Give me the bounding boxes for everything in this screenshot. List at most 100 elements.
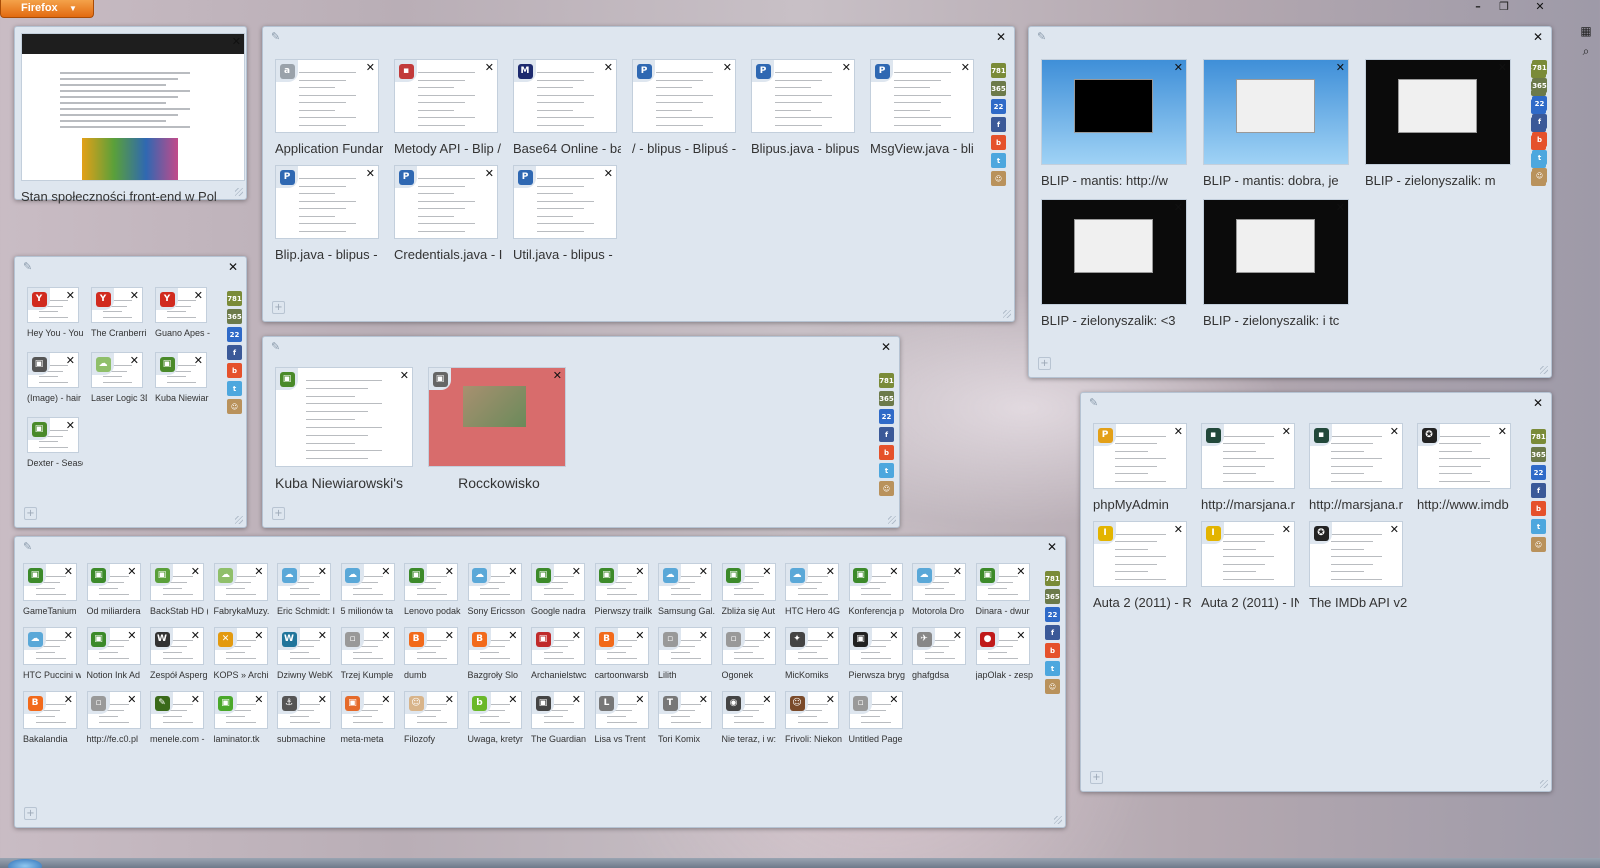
tab-item[interactable]: B ✕ cartoonwarsb xyxy=(594,627,649,687)
avatar-icon[interactable]: ☺ xyxy=(991,171,1006,186)
close-tab-icon[interactable]: ✕ xyxy=(127,693,136,706)
close-tab-icon[interactable]: ✕ xyxy=(889,629,898,642)
new-tab-button[interactable]: + xyxy=(1038,357,1051,370)
close-tab-icon[interactable]: ✕ xyxy=(66,419,75,432)
tab-thumbnail[interactable]: ▣ ✕ xyxy=(848,563,903,601)
close-tab-icon[interactable]: ✕ xyxy=(66,354,75,367)
tab-group-news[interactable]: ✎ ✕ + ▣ ✕ GameTanium ▣ ✕ Od miliardera ▣ ✕ BackStab… xyxy=(14,536,1066,828)
close-tab-icon[interactable]: ✕ xyxy=(191,693,200,706)
close-tab-icon[interactable]: ✕ xyxy=(1174,523,1183,536)
tab-item[interactable]: Y ✕ The Cranberri xyxy=(91,287,147,348)
close-tab-icon[interactable]: ✕ xyxy=(826,693,835,706)
tab-thumbnail[interactable]: ▣ ✕ xyxy=(975,563,1030,601)
tab-item[interactable]: ✕ BLIP - zielonyszalik: i tc xyxy=(1203,199,1349,335)
tab-thumbnail[interactable]: ✪ ✕ xyxy=(1417,423,1511,489)
close-tab-icon[interactable]: ✕ xyxy=(381,693,390,706)
counter-781-icon[interactable]: 781 xyxy=(991,63,1006,78)
close-tab-icon[interactable]: ✕ xyxy=(826,629,835,642)
close-tab-icon[interactable]: ✕ xyxy=(572,565,581,578)
counter-781-icon[interactable]: 781 xyxy=(1532,60,1547,75)
close-tab-icon[interactable]: ✕ xyxy=(604,61,613,74)
close-tab-icon[interactable]: ✕ xyxy=(961,61,970,74)
new-tab-button[interactable]: + xyxy=(272,301,285,314)
tab-item[interactable]: ▣ ✕ Pierwsza bryg xyxy=(848,627,905,687)
tab-thumbnail[interactable]: ✦ ✕ xyxy=(785,627,839,665)
close-tab-icon[interactable]: ✕ xyxy=(762,629,771,642)
tab-item[interactable]: ◉ ✕ Nie teraz, i w: xyxy=(721,691,776,751)
tab-item[interactable]: ☁ ✕ HTC Hero 4G xyxy=(785,563,840,623)
blip-icon[interactable]: b xyxy=(1045,643,1060,658)
twitter-icon[interactable]: t xyxy=(879,463,894,478)
tab-thumbnail[interactable]: Y ✕ xyxy=(27,287,79,323)
close-tab-icon[interactable]: ✕ xyxy=(1016,629,1025,642)
close-tab-icon[interactable]: ✕ xyxy=(232,35,241,48)
tab-item[interactable]: ☺ ✕ Frivoli: Niekon xyxy=(785,691,842,751)
avatar-icon[interactable]: ☺ xyxy=(227,399,242,414)
new-tab-button[interactable]: + xyxy=(24,807,37,820)
close-tab-icon[interactable]: ✕ xyxy=(826,565,835,578)
tab-item[interactable]: ☁ ✕ Sony Ericsson xyxy=(467,563,525,623)
close-tab-icon[interactable]: ✕ xyxy=(1174,61,1183,74)
avatar-icon[interactable]: ☺ xyxy=(879,481,894,496)
resize-handle-icon[interactable] xyxy=(1003,310,1011,318)
tab-thumbnail[interactable]: L ✕ xyxy=(594,691,649,729)
tab-thumbnail[interactable]: ▣ ✕ xyxy=(531,691,585,729)
close-tab-icon[interactable]: ✕ xyxy=(762,565,771,578)
tab-thumbnail[interactable]: P ✕ xyxy=(394,165,498,239)
tab-thumbnail[interactable]: ☁ ✕ xyxy=(658,563,712,601)
tab-item[interactable]: P ✕ Credentials.java - I xyxy=(394,165,502,267)
tab-thumbnail[interactable]: P ✕ xyxy=(632,59,736,133)
tab-item[interactable]: I ✕ Auta 2 (2011) - R xyxy=(1093,521,1191,615)
tab-group-kuba[interactable]: ✎ ✕ + ▣ ✕ Kuba Niewiarowski's ▣ ✕ Rocckowisko 781… xyxy=(262,336,900,528)
tab-thumbnail[interactable]: ▫ ✕ xyxy=(848,691,903,729)
restore-button[interactable]: ❐ xyxy=(1492,0,1516,16)
tab-item[interactable]: W ✕ Dziwny WebK xyxy=(277,627,333,687)
twitter-icon[interactable]: t xyxy=(1045,661,1060,676)
resize-handle-icon[interactable] xyxy=(888,516,896,524)
close-tab-icon[interactable]: ✕ xyxy=(191,565,200,578)
tab-thumbnail[interactable]: I ✕ xyxy=(1093,521,1187,587)
close-window-button[interactable]: ✕ xyxy=(1528,0,1552,16)
tab-item[interactable]: W ✕ Zespół Asperg xyxy=(150,627,208,687)
blip-icon[interactable]: b xyxy=(879,445,894,460)
close-tab-icon[interactable]: ✕ xyxy=(1390,425,1399,438)
counter-781-icon[interactable]: 781 xyxy=(227,291,242,306)
close-tab-icon[interactable]: ✕ xyxy=(191,629,200,642)
tab-group-imdb[interactable]: ✎ ✕ + P ✕ phpMyAdmin ▪ ✕ http://marsjana.r ▪ ✕ http… xyxy=(1080,392,1552,792)
tab-thumbnail[interactable]: ▫ ✕ xyxy=(658,627,712,665)
close-tab-icon[interactable]: ✕ xyxy=(1336,201,1345,214)
close-tab-icon[interactable]: ✕ xyxy=(762,693,771,706)
tab-item[interactable]: ✪ ✕ The IMDb API v2 xyxy=(1309,521,1407,615)
tab-thumbnail[interactable]: ▣ ✕ xyxy=(27,352,79,388)
close-tab-icon[interactable]: ✕ xyxy=(723,61,732,74)
close-tab-icon[interactable]: ✕ xyxy=(635,629,644,642)
tab-thumbnail[interactable]: ▣ ✕ xyxy=(531,627,585,665)
tab-thumbnail[interactable]: P ✕ xyxy=(870,59,974,133)
tab-item[interactable]: ▣ ✕ Od miliardera xyxy=(86,563,141,623)
tab-thumbnail[interactable]: ☁ ✕ xyxy=(912,563,966,601)
tab-thumbnail[interactable]: ▪ ✕ xyxy=(1309,423,1403,489)
close-tab-icon[interactable]: ✕ xyxy=(1390,523,1399,536)
tab-thumbnail[interactable]: ▣ ✕ xyxy=(531,563,585,601)
close-tab-icon[interactable]: ✕ xyxy=(366,61,375,74)
close-tab-icon[interactable]: ✕ xyxy=(1016,565,1025,578)
tab-item[interactable]: ▫ ✕ Ogonek xyxy=(721,627,776,687)
tab-item[interactable]: ▣ ✕ The Guardian xyxy=(531,691,586,751)
close-tab-icon[interactable]: ✕ xyxy=(318,693,327,706)
tab-thumbnail[interactable]: P ✕ xyxy=(513,165,617,239)
tab-thumbnail[interactable]: ▣ ✕ xyxy=(594,563,649,601)
close-tab-icon[interactable]: ✕ xyxy=(508,693,517,706)
tab-item[interactable]: ▫ ✕ Lilith xyxy=(658,627,712,687)
close-tab-icon[interactable]: ✕ xyxy=(485,61,494,74)
tab-thumbnail[interactable]: ▪ ✕ xyxy=(1201,423,1295,489)
counter-365-icon[interactable]: 365 xyxy=(879,391,894,406)
tab-thumbnail[interactable]: ✎ ✕ xyxy=(150,691,204,729)
tab-thumbnail[interactable]: ✕ ✕ xyxy=(213,627,268,665)
close-tab-icon[interactable]: ✕ xyxy=(699,629,708,642)
tab-item[interactable]: B ✕ Bazgroły Slo xyxy=(467,627,522,687)
counter-781-icon[interactable]: 781 xyxy=(1531,429,1546,444)
tab-item[interactable]: ▣ ✕ (Image) - hair xyxy=(27,352,81,413)
tab-item[interactable]: ✪ ✕ http://www.imdb xyxy=(1417,423,1511,517)
close-group-icon[interactable]: ✕ xyxy=(1533,30,1543,44)
tab-thumbnail[interactable]: ☁ ✕ xyxy=(277,563,331,601)
